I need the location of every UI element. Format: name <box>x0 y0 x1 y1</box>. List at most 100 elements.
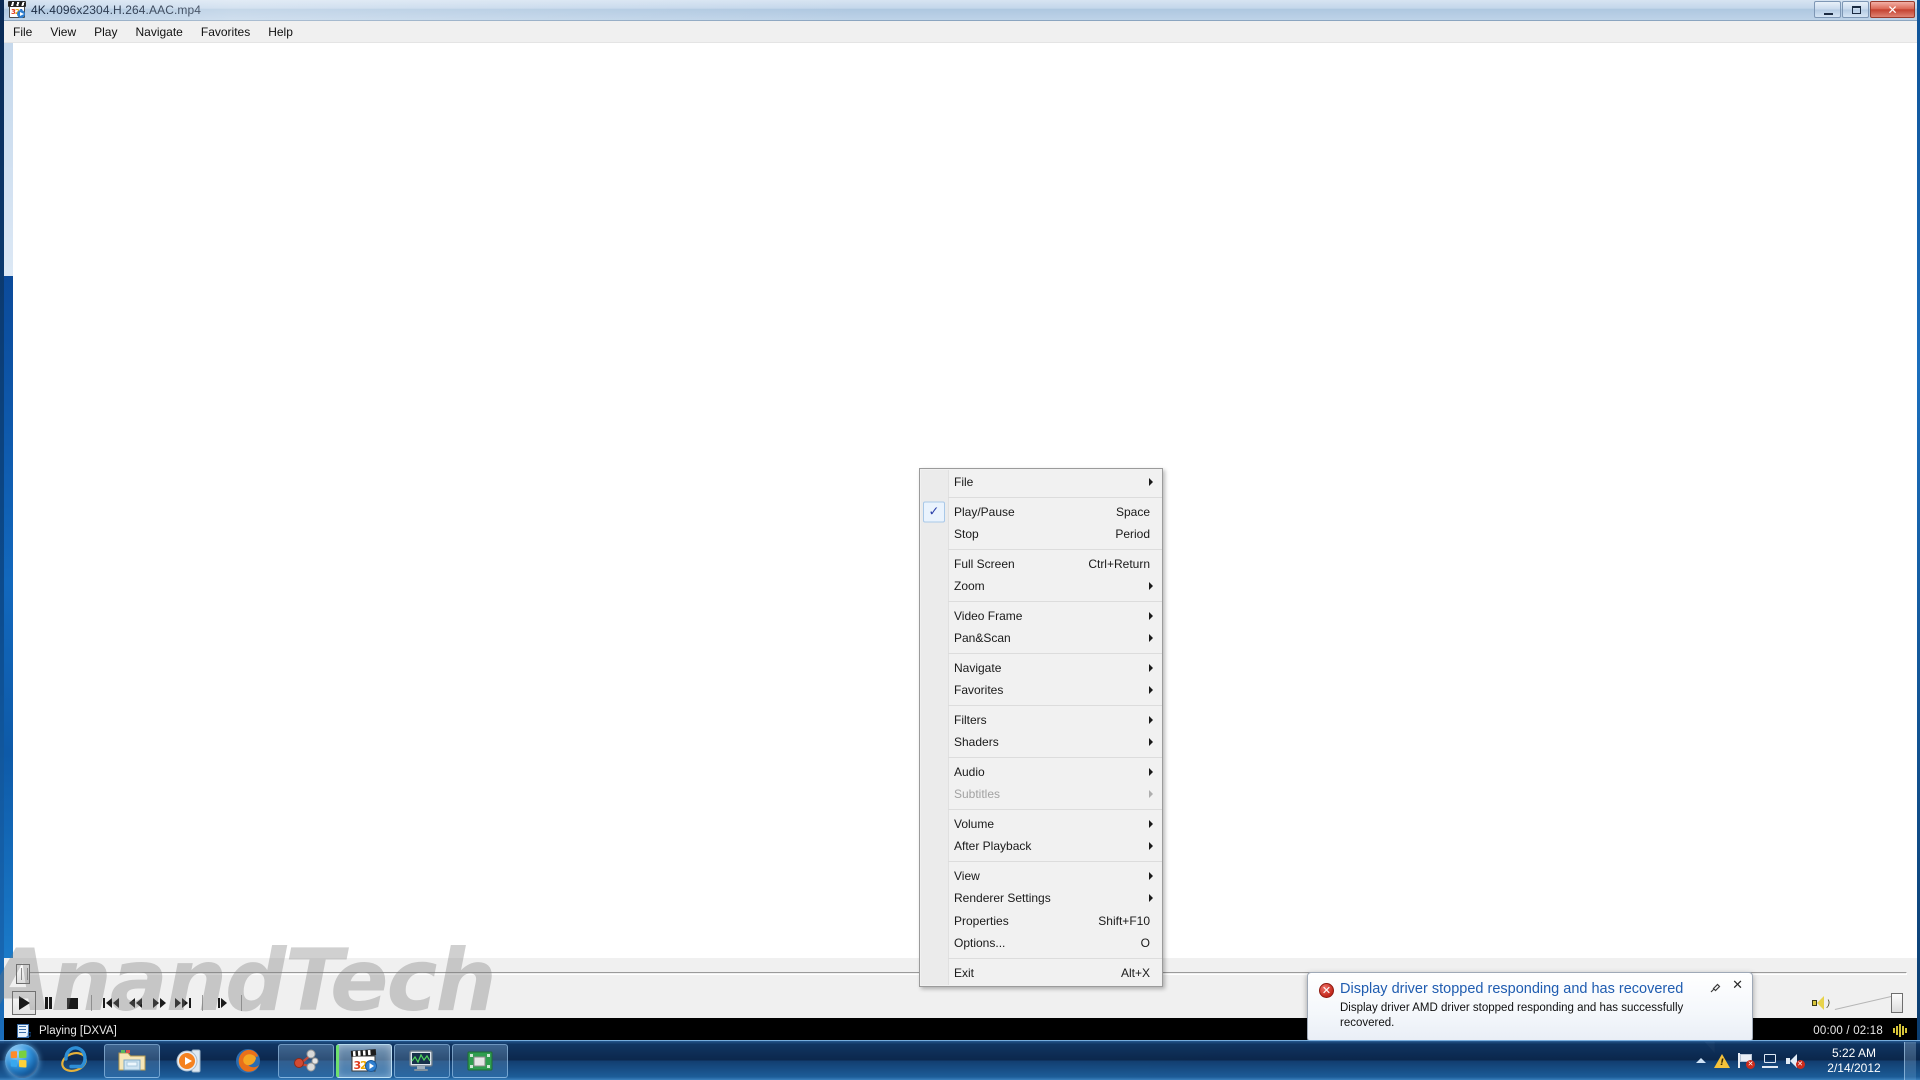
close-button[interactable]: ✕ <box>1870 1 1915 18</box>
context-menu-item-filters[interactable]: Filters <box>920 709 1162 732</box>
menu-item-label: Subtitles <box>954 787 1001 802</box>
context-menu-item-navigate[interactable]: Navigate <box>920 657 1162 680</box>
taskbar-firefox[interactable] <box>220 1044 276 1078</box>
context-menu-item-subtitles: Subtitles <box>920 783 1162 806</box>
taskbar: 3 2 ! ✕ ✕ 5:22 AM 2/14/2012 <box>0 1040 1920 1080</box>
fast-forward-button[interactable] <box>147 991 171 1015</box>
context-menu-item-after-playback[interactable]: After Playback <box>920 835 1162 858</box>
volume-slider[interactable] <box>1834 992 1903 1014</box>
taskbar-clock[interactable]: 5:22 AM 2/14/2012 <box>1806 1046 1898 1076</box>
play-button[interactable] <box>12 991 36 1015</box>
pin-icon[interactable] <box>1708 981 1722 995</box>
submenu-arrow-icon <box>1149 582 1153 591</box>
context-menu-item-full-screen[interactable]: Full Screen Ctrl+Return <box>920 553 1162 576</box>
context-menu-item-pan-scan[interactable]: Pan&Scan <box>920 627 1162 650</box>
minimize-button[interactable] <box>1814 1 1841 18</box>
menu-item-label: Volume <box>954 816 995 831</box>
firefox-icon <box>236 1048 260 1073</box>
context-menu-item-view[interactable]: View <box>920 865 1162 888</box>
menu-item-label: Full Screen <box>954 556 1015 571</box>
context-menu-item-favorites[interactable]: Favorites <box>920 679 1162 702</box>
molecule-icon <box>294 1049 319 1071</box>
context-menu-item-shaders[interactable]: Shaders <box>920 731 1162 754</box>
menu-item-label: Zoom <box>954 579 985 594</box>
context-menu-item-options[interactable]: Options... O <box>920 932 1162 955</box>
warning-icon[interactable] <box>1710 1046 1734 1076</box>
frame-step-button[interactable] <box>210 991 234 1015</box>
menu-view[interactable]: View <box>41 22 85 42</box>
menu-item-shortcut: Alt+X <box>1120 965 1150 980</box>
maximize-button[interactable] <box>1842 1 1869 18</box>
taskbar-gpuz-app[interactable] <box>452 1043 508 1078</box>
title-bar[interactable]: 3 2 1 4K.4096x2304.H.264.AAC.mp4 ✕ <box>4 0 1917 21</box>
skip-forward-button[interactable] <box>171 991 195 1015</box>
pause-button[interactable] <box>36 991 60 1015</box>
menu-item-shortcut: Space <box>1115 504 1150 519</box>
pause-icon <box>44 997 52 1009</box>
action-center-flag-icon[interactable]: ✕ <box>1734 1046 1758 1076</box>
media-file-icon: ♫ <box>16 1023 32 1039</box>
taskbar-molecule-app[interactable] <box>278 1043 334 1078</box>
skip-back-button[interactable] <box>99 991 123 1015</box>
context-menu-item-volume[interactable]: Volume <box>920 813 1162 836</box>
taskbar-monitor-app[interactable] <box>394 1043 450 1078</box>
taskbar-internet-explorer[interactable] <box>46 1044 102 1078</box>
show-desktop-button[interactable] <box>1904 1041 1916 1080</box>
network-icon[interactable] <box>1758 1046 1782 1076</box>
submenu-arrow-icon <box>1149 715 1153 724</box>
menu-item-label: View <box>954 868 980 883</box>
taskbar-windows-media-player[interactable] <box>162 1044 218 1078</box>
menu-separator <box>948 704 1162 706</box>
stop-icon <box>66 997 78 1009</box>
context-menu-item-zoom[interactable]: Zoom <box>920 575 1162 598</box>
menu-play[interactable]: Play <box>85 22 126 42</box>
submenu-arrow-icon <box>1149 790 1153 799</box>
volume-area: ) <box>1812 992 1917 1014</box>
screen: 3 2 1 4K.4096x2304.H.264.AAC.mp4 ✕ File … <box>0 0 1920 1080</box>
context-menu-item-audio[interactable]: Audio <box>920 761 1162 784</box>
submenu-arrow-icon <box>1149 738 1153 747</box>
volume-muted-icon[interactable]: ✕ <box>1782 1046 1806 1076</box>
submenu-arrow-icon <box>1149 634 1153 643</box>
menu-separator <box>948 600 1162 602</box>
volume-knob[interactable] <box>1891 993 1903 1013</box>
menu-item-label: Shaders <box>954 735 999 750</box>
context-menu-item-play-pause[interactable]: ✓ Play/Pause Space <box>920 501 1162 524</box>
submenu-arrow-icon <box>1149 611 1153 620</box>
notification-close-button[interactable]: ✕ <box>1732 979 1743 993</box>
window-frame-left-lower <box>4 276 13 958</box>
context-menu-item-file[interactable]: File <box>920 471 1162 494</box>
status-text: Playing [DXVA] <box>39 1024 117 1037</box>
notification-balloon[interactable]: ✕ Display driver stopped responding and … <box>1307 972 1753 1052</box>
speaker-icon[interactable]: ) <box>1812 996 1830 1010</box>
play-icon <box>18 996 30 1010</box>
menu-item-label: After Playback <box>954 839 1032 854</box>
rewind-button[interactable] <box>123 991 147 1015</box>
menu-help[interactable]: Help <box>259 22 302 42</box>
menu-favorites[interactable]: Favorites <box>192 22 259 42</box>
menu-separator <box>948 957 1162 959</box>
submenu-arrow-icon <box>1149 894 1153 903</box>
menu-separator <box>948 860 1162 862</box>
media-player-icon <box>176 1049 201 1072</box>
start-orb[interactable] <box>1 1042 45 1080</box>
rewind-icon <box>128 998 142 1008</box>
skip-back-icon <box>103 998 119 1008</box>
menu-item-label: Properties <box>954 913 1009 928</box>
menu-file[interactable]: File <box>4 22 41 42</box>
menu-separator <box>948 496 1162 498</box>
context-menu-item-video-frame[interactable]: Video Frame <box>920 605 1162 628</box>
context-menu-item-renderer-settings[interactable]: Renderer Settings <box>920 887 1162 910</box>
seek-thumb[interactable] <box>16 964 30 984</box>
taskbar-windows-explorer[interactable] <box>104 1043 160 1078</box>
menu-bar: File View Play Navigate Favorites Help <box>4 21 1917 43</box>
stop-button[interactable] <box>60 991 84 1015</box>
taskbar-mpc-hc[interactable]: 3 2 <box>336 1043 392 1078</box>
context-menu-item-stop[interactable]: Stop Period <box>920 523 1162 546</box>
context-menu-item-exit[interactable]: Exit Alt+X <box>920 962 1162 985</box>
context-menu-item-properties[interactable]: Properties Shift+F10 <box>920 910 1162 933</box>
menu-navigate[interactable]: Navigate <box>126 22 191 42</box>
show-hidden-icons-chevron[interactable] <box>1692 1046 1710 1076</box>
check-icon: ✓ <box>923 501 945 523</box>
menu-separator <box>948 652 1162 654</box>
